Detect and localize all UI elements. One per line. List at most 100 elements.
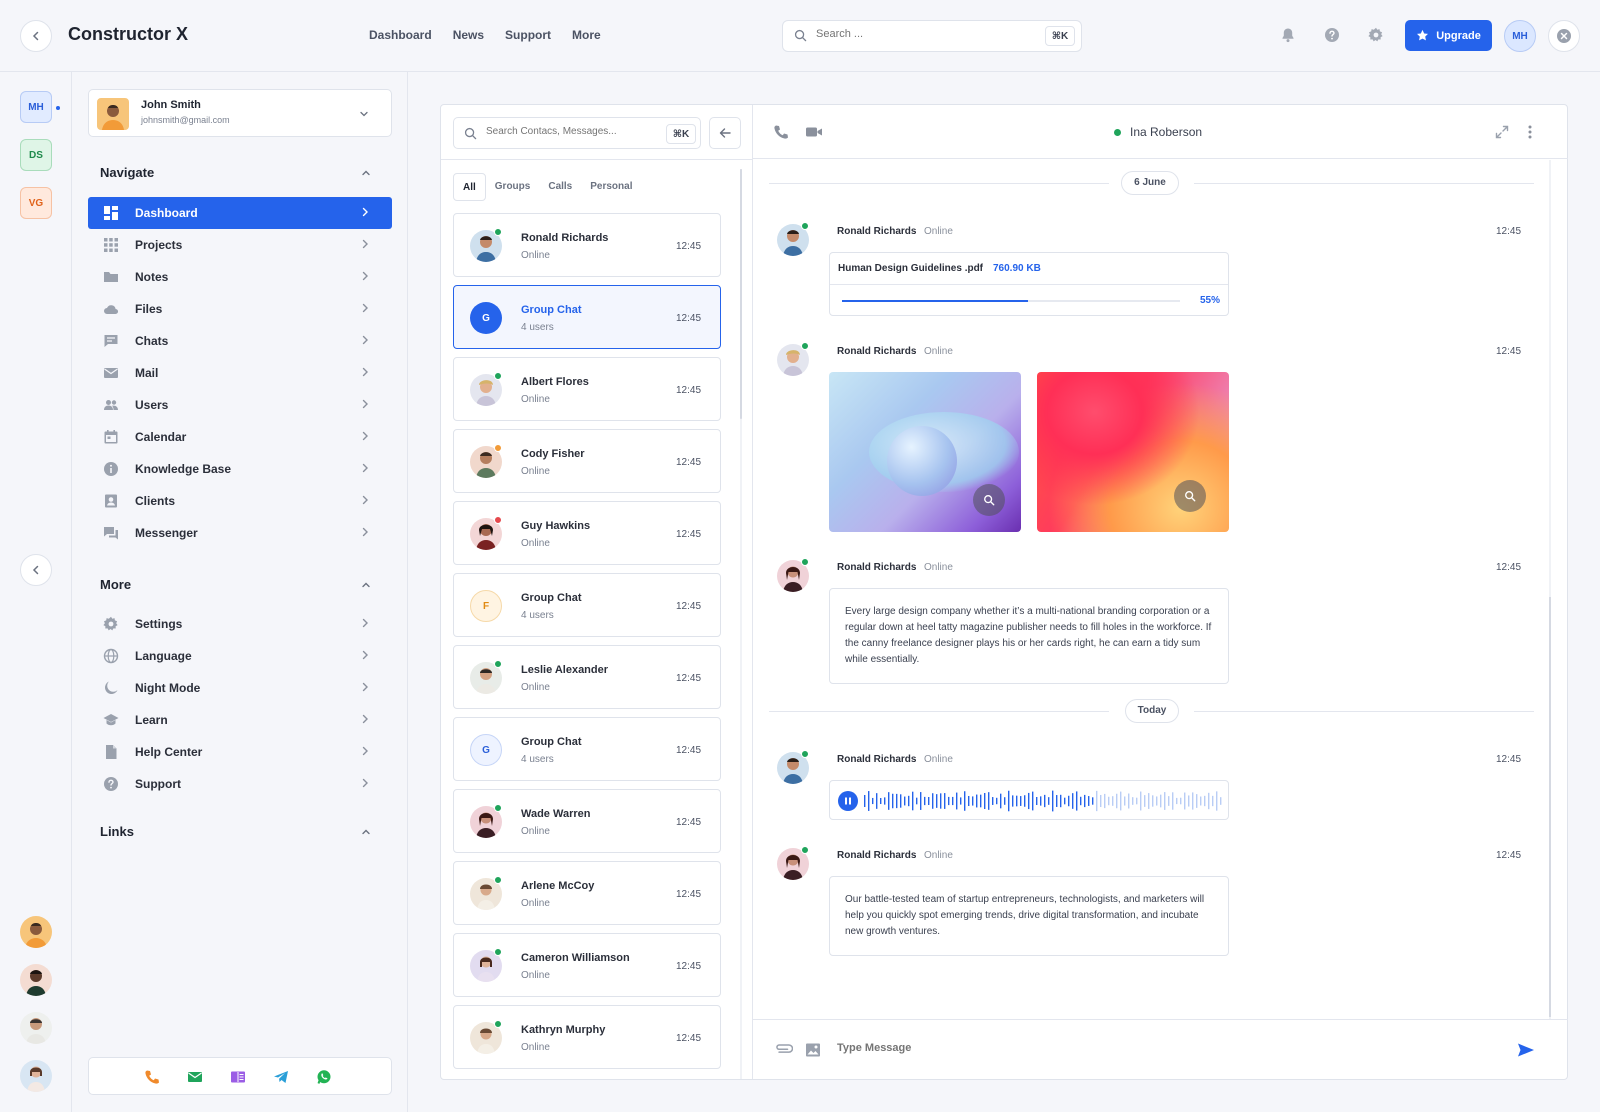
- avatar: [97, 98, 129, 130]
- user-switcher[interactable]: John Smith johnsmith@gmail.com: [88, 89, 392, 137]
- tab-all[interactable]: All: [453, 173, 486, 201]
- image-attachment[interactable]: [1037, 372, 1229, 532]
- mail-icon[interactable]: [187, 1069, 203, 1085]
- chevron-up-icon[interactable]: [360, 826, 372, 838]
- expand-icon[interactable]: [1495, 125, 1509, 139]
- waveform-bar: [1152, 795, 1154, 807]
- user-avatar[interactable]: MH: [1504, 20, 1536, 52]
- workspace-ds[interactable]: DS: [20, 139, 52, 171]
- contacts-scroll-thumb[interactable]: [740, 169, 742, 419]
- video-camera-icon[interactable]: [805, 124, 823, 140]
- conversation-scroll-thumb[interactable]: [1549, 597, 1551, 1017]
- online-indicator: [494, 876, 502, 884]
- sidebar-item-support[interactable]: Support: [88, 768, 392, 800]
- conversation-column: Ina Roberson 6 June Ronald Richards Onli…: [753, 105, 1568, 1079]
- sidebar-item-learn[interactable]: Learn: [88, 704, 392, 736]
- collapse-back-button[interactable]: [20, 20, 52, 52]
- telegram-icon[interactable]: [273, 1069, 289, 1085]
- contact-item[interactable]: G Group Chat 4 users 12:45: [453, 285, 721, 349]
- chevron-right-icon: [362, 431, 368, 441]
- bell-icon[interactable]: [1280, 27, 1298, 45]
- waveform-bar: [1044, 794, 1046, 808]
- contact-item[interactable]: Leslie Alexander Online 12:45: [453, 645, 721, 709]
- contact-item[interactable]: F Group Chat 4 users 12:45: [453, 573, 721, 637]
- whatsapp-icon[interactable]: [316, 1069, 332, 1085]
- nav-link-support[interactable]: Support: [505, 28, 551, 42]
- tab-groups[interactable]: Groups: [486, 173, 540, 201]
- waveform-bar: [976, 794, 978, 808]
- nav-link-dashboard[interactable]: Dashboard: [369, 28, 432, 42]
- sidebar-item-help-center[interactable]: Help Center: [88, 736, 392, 768]
- sidebar-item-messenger[interactable]: Messenger: [88, 517, 392, 549]
- contacts-back-button[interactable]: [709, 117, 741, 149]
- avatar[interactable]: [20, 1012, 52, 1044]
- tab-calls[interactable]: Calls: [539, 173, 581, 201]
- sidebar-item-calendar[interactable]: Calendar: [88, 421, 392, 453]
- sidebar-item-dashboard[interactable]: Dashboard: [88, 197, 392, 229]
- contact-item[interactable]: Kathryn Murphy Online 12:45: [453, 1005, 721, 1069]
- contact-time: 12:45: [676, 385, 702, 396]
- sidebar-item-projects[interactable]: Projects: [88, 229, 392, 261]
- avatar[interactable]: [20, 964, 52, 996]
- sidebar-item-mail[interactable]: Mail: [88, 357, 392, 389]
- paperclip-icon[interactable]: [775, 1042, 793, 1058]
- contact-item[interactable]: Wade Warren Online 12:45: [453, 789, 721, 853]
- sidebar-item-clients[interactable]: Clients: [88, 485, 392, 517]
- upgrade-button[interactable]: Upgrade: [1405, 20, 1492, 51]
- workspace-vg[interactable]: VG: [20, 187, 52, 219]
- avatar[interactable]: [20, 1060, 52, 1092]
- contact-item[interactable]: Cody Fisher Online 12:45: [453, 429, 721, 493]
- contact-item[interactable]: Albert Flores Online 12:45: [453, 357, 721, 421]
- contact-status: 4 users: [521, 610, 554, 621]
- phone-icon[interactable]: [773, 124, 789, 140]
- contacts-search-input[interactable]: [486, 126, 656, 137]
- help-icon[interactable]: [1324, 27, 1342, 45]
- image-attachment[interactable]: [829, 372, 1021, 532]
- book-icon[interactable]: [230, 1069, 246, 1085]
- file-attachment[interactable]: Human Design Guidelines .pdf 760.90 KB 5…: [829, 252, 1229, 316]
- sidebar-item-chats[interactable]: Chats: [88, 325, 392, 357]
- contact-item[interactable]: G Group Chat 4 users 12:45: [453, 717, 721, 781]
- pause-button[interactable]: [838, 791, 858, 811]
- phone-icon[interactable]: [144, 1069, 160, 1085]
- send-icon[interactable]: [1517, 1042, 1535, 1058]
- sidebar-item-notes[interactable]: Notes: [88, 261, 392, 293]
- sidebar-item-language[interactable]: Language: [88, 640, 392, 672]
- user-name: John Smith: [141, 99, 201, 111]
- workspace-mh[interactable]: MH: [20, 91, 52, 123]
- contact-item[interactable]: Cameron Williamson Online 12:45: [453, 933, 721, 997]
- chevron-right-icon: [362, 714, 368, 724]
- waveform-bar: [1048, 797, 1050, 805]
- sidebar-item-knowledge-base[interactable]: Knowledge Base: [88, 453, 392, 485]
- sidebar-item-files[interactable]: Files: [88, 293, 392, 325]
- zoom-button[interactable]: [973, 484, 1005, 516]
- more-vertical-icon[interactable]: [1527, 124, 1533, 140]
- sidebar-item-night-mode[interactable]: Night Mode: [88, 672, 392, 704]
- chevron-right-icon: [362, 618, 368, 628]
- chevron-up-icon[interactable]: [360, 167, 372, 179]
- image-icon[interactable]: [805, 1042, 821, 1058]
- contact-item[interactable]: Guy Hawkins Online 12:45: [453, 501, 721, 565]
- nav-link-news[interactable]: News: [453, 28, 484, 42]
- contact-item[interactable]: Ronald Richards Online 12:45: [453, 213, 721, 277]
- tab-personal[interactable]: Personal: [581, 173, 641, 201]
- contact-item[interactable]: Arlene McCoy Online 12:45: [453, 861, 721, 925]
- message: Ronald Richards Online 12:45 Every large…: [753, 558, 1533, 690]
- rail-collapse-button[interactable]: [20, 554, 52, 586]
- sidebar-item-users[interactable]: Users: [88, 389, 392, 421]
- gear-icon[interactable]: [1368, 27, 1386, 45]
- audio-waveform[interactable]: [864, 787, 1224, 815]
- message-bubble: Every large design company whether it’s …: [829, 588, 1229, 684]
- contact-card-icon: [105, 494, 117, 508]
- global-search-input[interactable]: [816, 28, 1036, 40]
- online-indicator: [494, 372, 502, 380]
- message-input[interactable]: [837, 1042, 1457, 1054]
- sidebar-item-settings[interactable]: Settings: [88, 608, 392, 640]
- nav-link-more[interactable]: More: [572, 28, 601, 42]
- avatar[interactable]: [20, 916, 52, 948]
- waveform-bar: [1132, 797, 1134, 805]
- zoom-button[interactable]: [1174, 480, 1206, 512]
- waveform-bar: [1008, 790, 1010, 812]
- chevron-up-icon[interactable]: [360, 579, 372, 591]
- close-button[interactable]: [1548, 20, 1580, 52]
